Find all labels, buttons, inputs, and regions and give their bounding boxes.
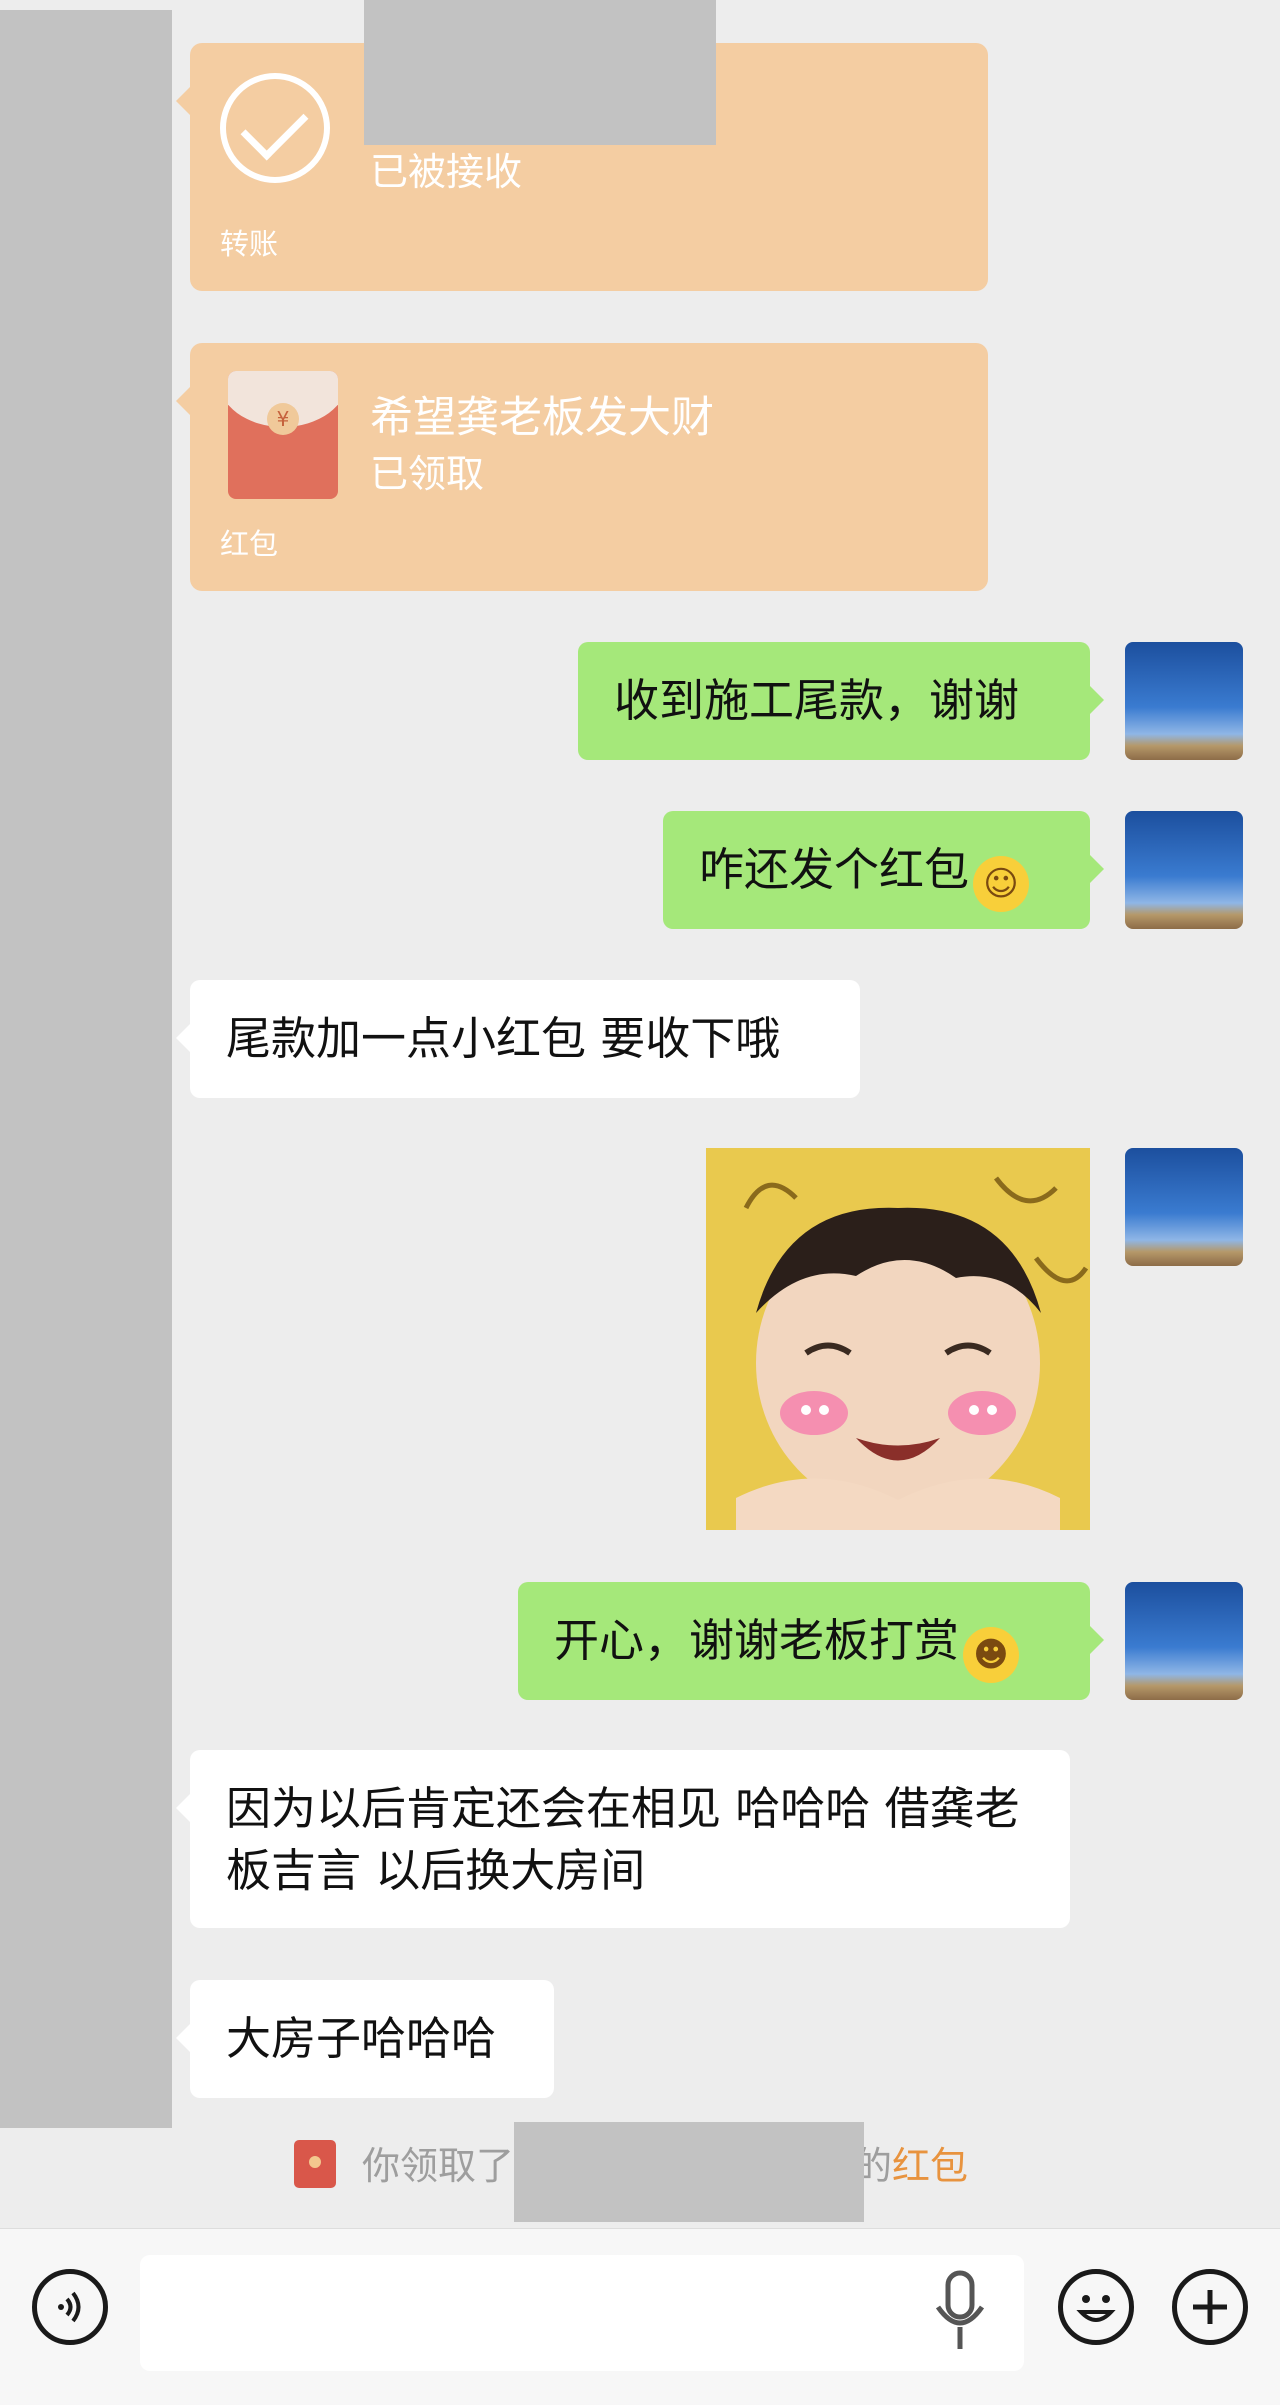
input-bar [0, 2228, 1280, 2405]
message-bubble-sent[interactable]: 开心，谢谢老板打赏 ☻ [518, 1582, 1104, 1700]
message-text: 因为以后肯定还会在相见 哈哈哈 借龚老板吉言 以后换大房间 [226, 1782, 1020, 1897]
message-text: 咋还发个红包 [699, 843, 970, 896]
sticker-image [706, 1148, 1090, 1530]
message-text: 收到施工尾款，谢谢 [614, 674, 1020, 727]
emoji-icon[interactable] [1058, 2269, 1134, 2345]
system-notice-link[interactable]: 红包 [892, 2144, 968, 2188]
message-text: 尾款加一点小红包 要收下哦 [226, 1012, 781, 1065]
avatar[interactable] [1125, 642, 1243, 760]
message-bubble-received[interactable]: 尾款加一点小红包 要收下哦 [176, 980, 860, 1098]
message-bubble-received[interactable]: 因为以后肯定还会在相见 哈哈哈 借龚老板吉言 以后换大房间 [176, 1750, 1070, 1928]
grinning-emoji-icon: ☻ [963, 1627, 1020, 1683]
transfer-status: 已被接收 [370, 150, 523, 194]
message-input[interactable] [140, 2255, 1024, 2371]
redacted-name [514, 2122, 864, 2222]
red-packet-card[interactable]: ¥ 希望龚老板发大财 已领取 红包 [176, 343, 988, 591]
red-packet-small-icon [294, 2140, 336, 2188]
microphone-icon[interactable] [930, 2267, 990, 2357]
voice-toggle-icon[interactable] [32, 2269, 108, 2345]
red-packet-icon: ¥ [228, 371, 338, 499]
red-packet-type-label: 红包 [220, 527, 279, 561]
message-bubble-sent[interactable]: 咋还发个红包 ☺ [663, 811, 1104, 929]
avatar[interactable] [1125, 1582, 1243, 1700]
message-text: 大房子哈哈哈 [226, 2012, 497, 2065]
redacted-region-left [0, 10, 172, 2128]
rolling-laughing-emoji-icon: ☺ [973, 856, 1030, 912]
red-packet-title: 希望龚老板发大财 [370, 393, 714, 443]
message-text: 开心，谢谢老板打赏 [554, 1614, 960, 1667]
redacted-region-top [364, 0, 716, 145]
red-packet-status: 已领取 [370, 452, 485, 496]
check-circle-icon [220, 73, 330, 183]
system-notice-prefix: 你领取了 [362, 2144, 515, 2188]
avatar[interactable] [1125, 811, 1243, 929]
plus-icon[interactable] [1172, 2269, 1248, 2345]
message-bubble-sent[interactable]: 收到施工尾款，谢谢 [578, 642, 1104, 760]
message-bubble-received[interactable]: 大房子哈哈哈 [176, 1980, 554, 2098]
transfer-type-label: 转账 [220, 227, 279, 261]
avatar[interactable] [1125, 1148, 1243, 1266]
smiling-child-sticker[interactable] [706, 1148, 1090, 1530]
